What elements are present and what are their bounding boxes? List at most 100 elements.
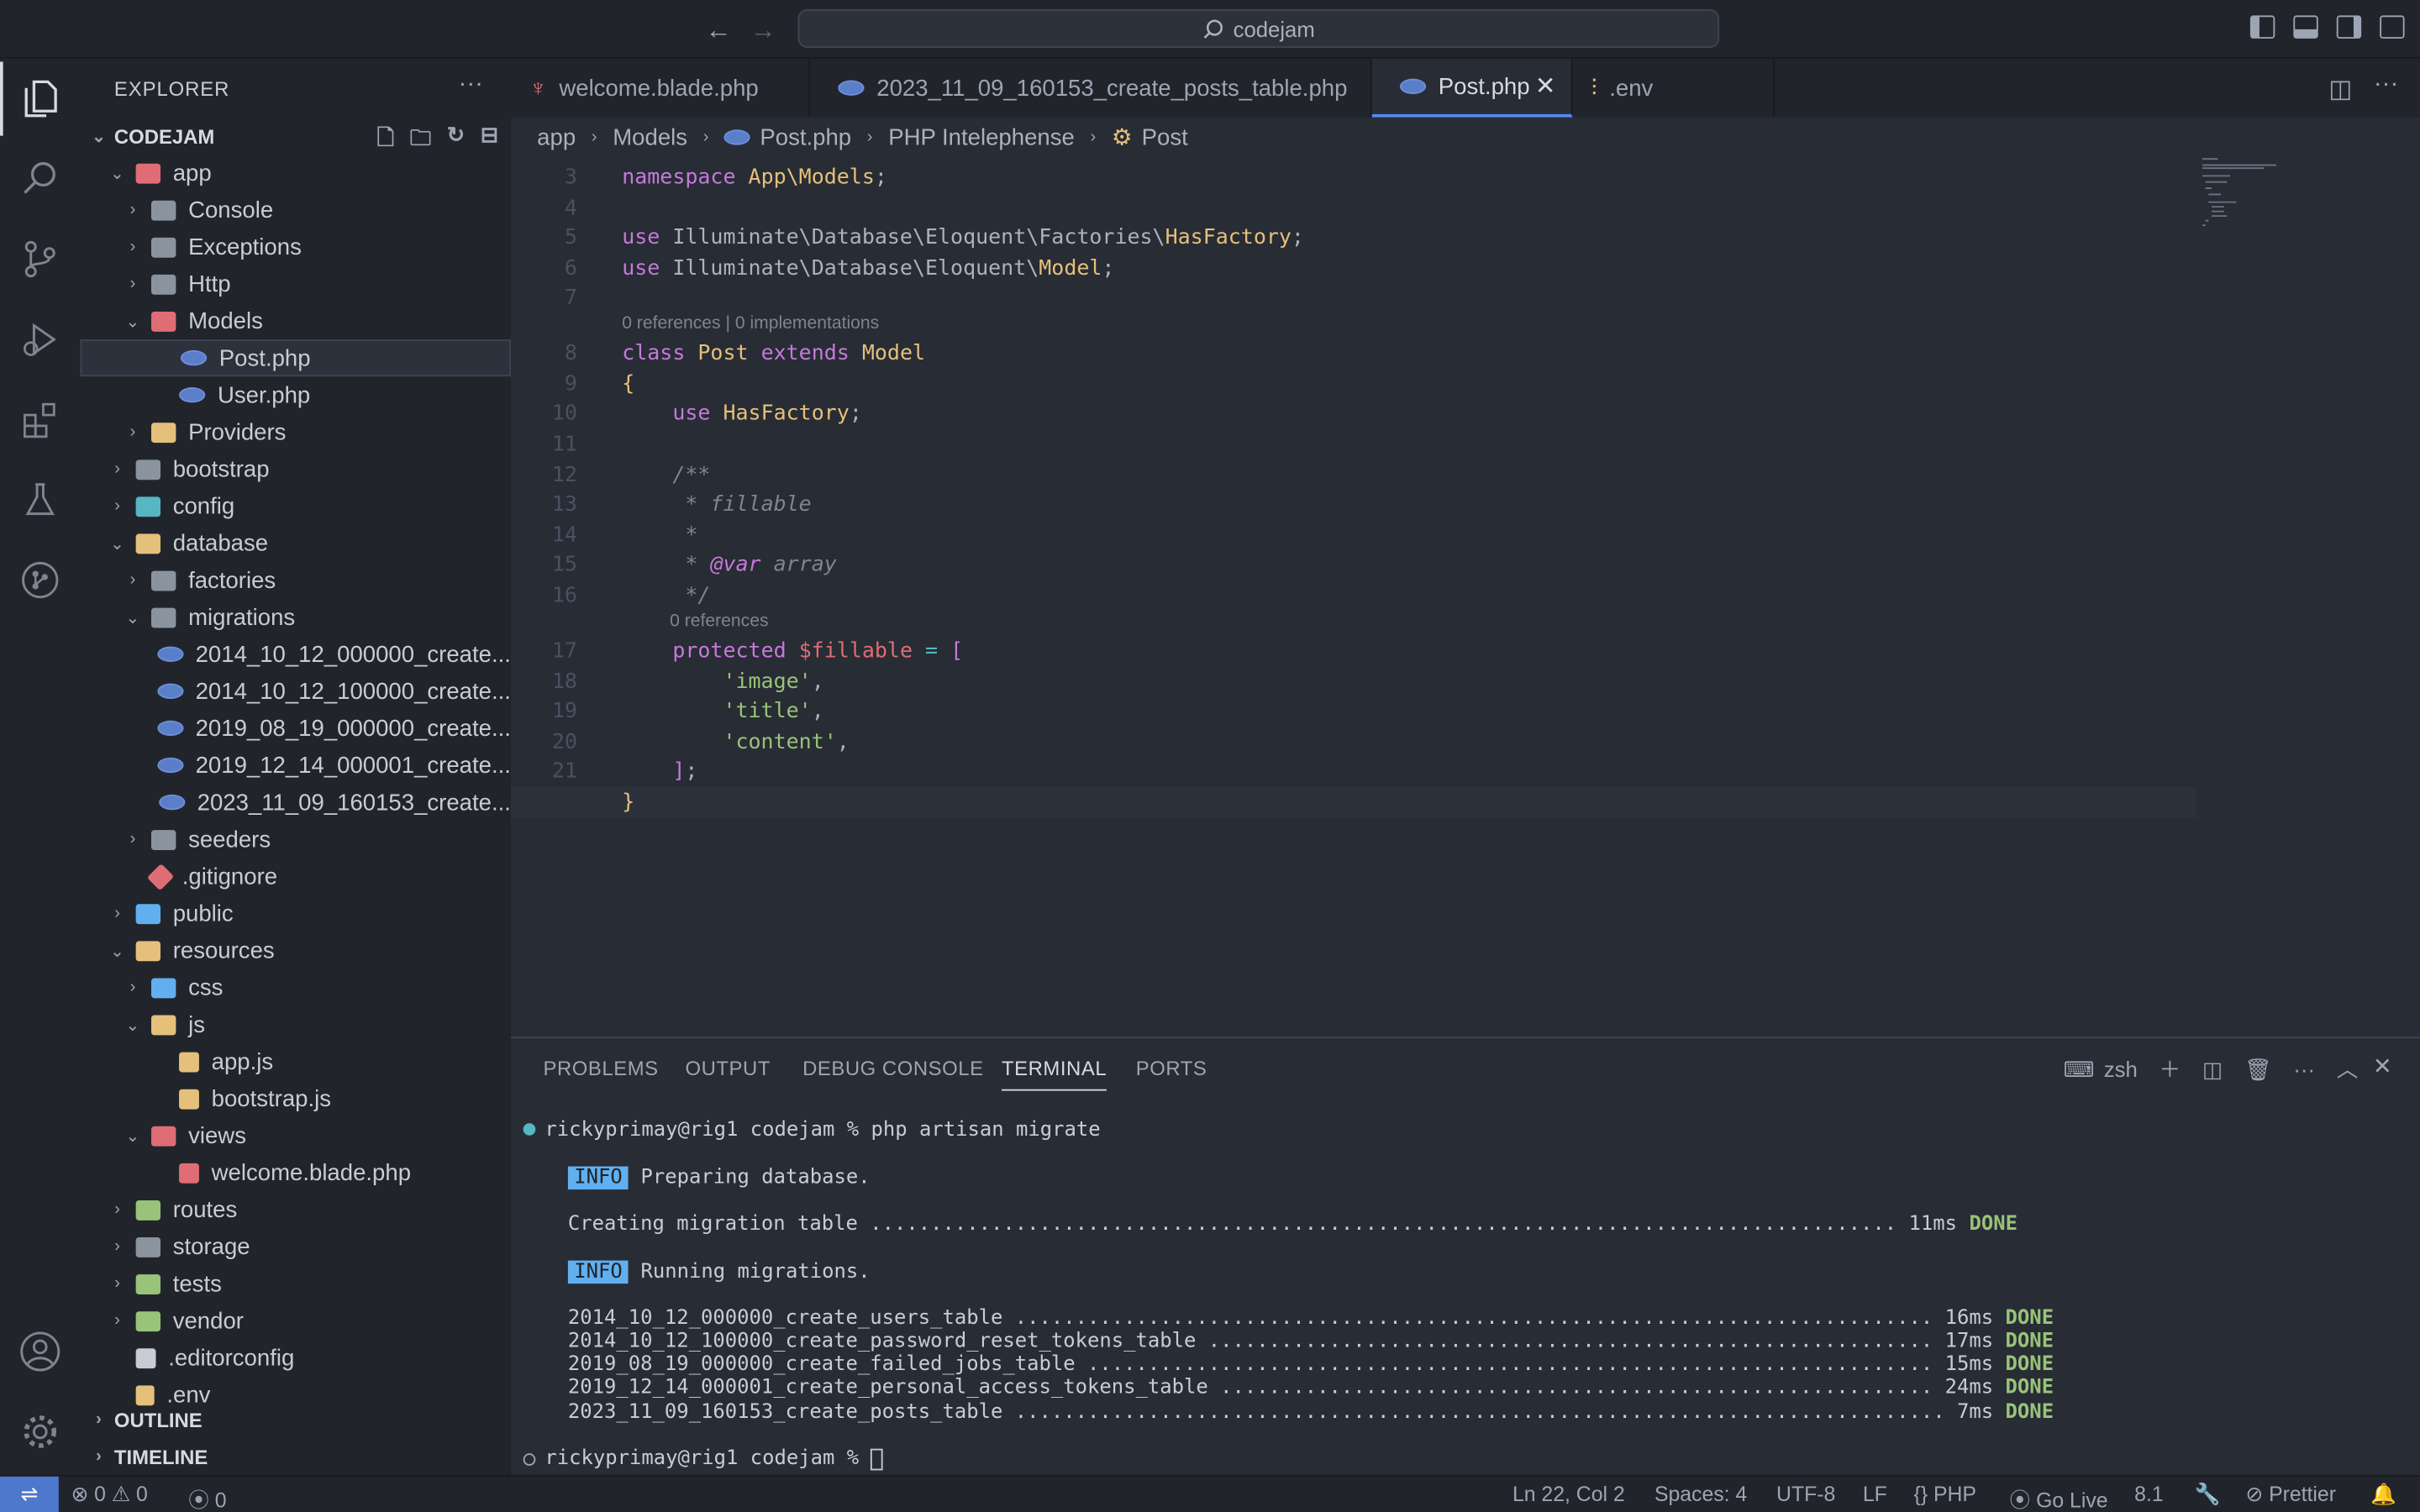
new-folder-icon[interactable]: 🗀	[410, 122, 432, 159]
tab-welcome-blade[interactable]: ♆ welcome.blade.php	[511, 58, 811, 118]
tree-item[interactable]: bootstrap.js	[81, 1080, 511, 1117]
tree-item[interactable]: › bootstrap	[81, 450, 511, 487]
split-editor-icon[interactable]: ◫	[2328, 74, 2352, 105]
tree-item[interactable]: › routes	[81, 1191, 511, 1228]
tree-item[interactable]: .gitignore	[81, 858, 511, 895]
search-icon[interactable]	[0, 142, 81, 216]
breadcrumb-item[interactable]: Models	[613, 124, 687, 150]
trash-icon[interactable]: 🗑	[2244, 1056, 2272, 1082]
tree-item[interactable]: welcome.blade.php	[81, 1154, 511, 1191]
tab-post-php[interactable]: Post.php ✕	[1371, 58, 1573, 118]
explorer-icon[interactable]	[0, 61, 81, 136]
close-panel-icon[interactable]: ✕	[2373, 1053, 2392, 1079]
tree-item[interactable]: › storage	[81, 1228, 511, 1265]
tree-item[interactable]: ⌄ Models	[81, 302, 511, 339]
tab-debug-console[interactable]: DEBUG CONSOLE	[802, 1057, 983, 1080]
source-control-icon[interactable]	[0, 222, 81, 296]
minimap[interactable]	[2196, 155, 2320, 247]
project-section-header[interactable]: ⌄ CODEJAM 🗋 🗀 ↻ ⊟	[81, 118, 511, 152]
tree-item[interactable]: › config	[81, 487, 511, 524]
breadcrumb-item[interactable]: PHP Intelephense	[888, 124, 1075, 150]
tree-item[interactable]: ⌄ js	[81, 1006, 511, 1043]
indentation[interactable]: Spaces: 4	[1655, 1483, 1747, 1506]
tree-item[interactable]: › css	[81, 969, 511, 1005]
customize-layout-icon[interactable]	[2380, 15, 2405, 39]
tree-item[interactable]: ⌄ resources	[81, 932, 511, 969]
testing-icon[interactable]	[0, 463, 81, 537]
notifications-bell-icon[interactable]: 🔔	[2370, 1483, 2396, 1507]
tree-item[interactable]: › public	[81, 895, 511, 932]
close-tab-icon[interactable]: ✕	[1535, 71, 1556, 102]
tree-item[interactable]: app.js	[81, 1043, 511, 1080]
tree-item[interactable]: › Http	[81, 265, 511, 302]
problems-indicator[interactable]: ⊗ 0 ⚠ 0	[71, 1483, 147, 1507]
accounts-icon[interactable]	[0, 1315, 81, 1389]
tree-item[interactable]: 2019_08_19_000000_create...	[81, 710, 511, 747]
cursor-position[interactable]: Ln 22, Col 2	[1512, 1483, 1625, 1506]
tree-item[interactable]: 2014_10_12_100000_create...	[81, 673, 511, 710]
run-and-debug-icon[interactable]	[0, 302, 81, 376]
go-live-button[interactable]: ⦿ Go Live	[2009, 1483, 2107, 1512]
timeline-section-header[interactable]: › TIMELINE	[81, 1440, 511, 1473]
toggle-secondary-sidebar-icon[interactable]	[2336, 15, 2362, 39]
toggle-primary-sidebar-icon[interactable]	[2249, 15, 2275, 39]
php-version[interactable]: 8.1	[2134, 1483, 2163, 1506]
tab-env[interactable]: ⫶ .env	[1573, 58, 1776, 118]
git-graph-icon[interactable]	[0, 543, 81, 617]
editor-more-actions-icon[interactable]: ···	[2374, 71, 2398, 98]
code-lens-references[interactable]: 0 references	[670, 612, 768, 631]
new-file-icon[interactable]: 🗋	[377, 122, 395, 159]
tree-item[interactable]: › Providers	[81, 413, 511, 450]
tree-item[interactable]: › factories	[81, 562, 511, 599]
tab-terminal[interactable]: TERMINAL	[1002, 1057, 1107, 1091]
tab-problems[interactable]: PROBLEMS	[544, 1057, 659, 1080]
editor-tabs: ♆ welcome.blade.php 2023_11_09_160153_cr…	[510, 58, 2420, 118]
tree-item[interactable]: .editorconfig	[81, 1339, 511, 1376]
tree-item[interactable]: ⌄ migrations	[81, 599, 511, 636]
tree-item[interactable]: ⌄ database	[81, 524, 511, 561]
outline-section-header[interactable]: › OUTLINE	[81, 1403, 511, 1436]
tree-item[interactable]: › Exceptions	[81, 228, 511, 265]
prettier-status[interactable]: ⊘ Prettier	[2245, 1483, 2336, 1507]
tree-item[interactable]: 2014_10_12_000000_create...	[81, 636, 511, 673]
wrench-icon[interactable]: 🔧	[2195, 1483, 2221, 1507]
encoding[interactable]: UTF-8	[1776, 1483, 1835, 1506]
tree-item[interactable]: Post.php	[80, 339, 511, 377]
refresh-icon[interactable]: ↻	[447, 122, 466, 159]
breadcrumb-item[interactable]: app	[537, 124, 576, 150]
extensions-icon[interactable]	[0, 383, 81, 457]
language-mode[interactable]: {} PHP	[1914, 1483, 1976, 1506]
forward-arrow-icon[interactable]: →	[750, 15, 776, 46]
shell-label[interactable]: zsh	[2104, 1057, 2138, 1081]
tab-create-posts-table[interactable]: 2023_11_09_160153_create_posts_table.php	[810, 58, 1372, 118]
tree-item[interactable]: User.php	[81, 376, 511, 413]
split-terminal-icon[interactable]: ◫	[2202, 1056, 2223, 1082]
command-center-search[interactable]: codejam	[797, 9, 1720, 48]
new-terminal-icon[interactable]: ＋	[2160, 1053, 2181, 1084]
end-of-line[interactable]: LF	[1863, 1483, 1887, 1506]
ports-indicator[interactable]: ⦿ 0	[188, 1483, 227, 1512]
toggle-panel-icon[interactable]	[2293, 15, 2318, 39]
tab-ports[interactable]: PORTS	[1136, 1057, 1207, 1080]
tree-item-label: routes	[172, 1196, 238, 1223]
maximize-panel-icon[interactable]: ︿	[2337, 1053, 2359, 1084]
tree-item[interactable]: 2019_12_14_000001_create...	[81, 747, 511, 784]
more-actions-icon[interactable]: ···	[459, 71, 483, 98]
collapse-all-icon[interactable]: ⊟	[481, 122, 499, 159]
settings-gear-icon[interactable]	[0, 1394, 81, 1468]
tree-item[interactable]: 2023_11_09_160153_create...	[81, 784, 511, 821]
breadcrumb-item[interactable]: Post	[1142, 124, 1188, 150]
panel-more-actions-icon[interactable]: ···	[2293, 1057, 2315, 1081]
tree-item[interactable]: › vendor	[81, 1302, 511, 1339]
back-arrow-icon[interactable]: ←	[705, 15, 731, 46]
remote-indicator-icon[interactable]: ⇌	[0, 1476, 59, 1512]
tree-item[interactable]: › seeders	[81, 821, 511, 858]
tree-item[interactable]: ⌄ app	[81, 155, 511, 192]
code-lens-references[interactable]: 0 references | 0 implementations	[622, 315, 879, 333]
tree-item[interactable]: ⌄ views	[81, 1117, 511, 1154]
tree-item[interactable]: › tests	[81, 1265, 511, 1302]
breadcrumb-item[interactable]: Post.php	[760, 124, 851, 150]
code-editor[interactable]: 345678910111213141516171819202122 0 refe…	[510, 154, 2420, 1037]
tab-output[interactable]: OUTPUT	[685, 1057, 770, 1080]
tree-item[interactable]: › Console	[81, 192, 511, 228]
